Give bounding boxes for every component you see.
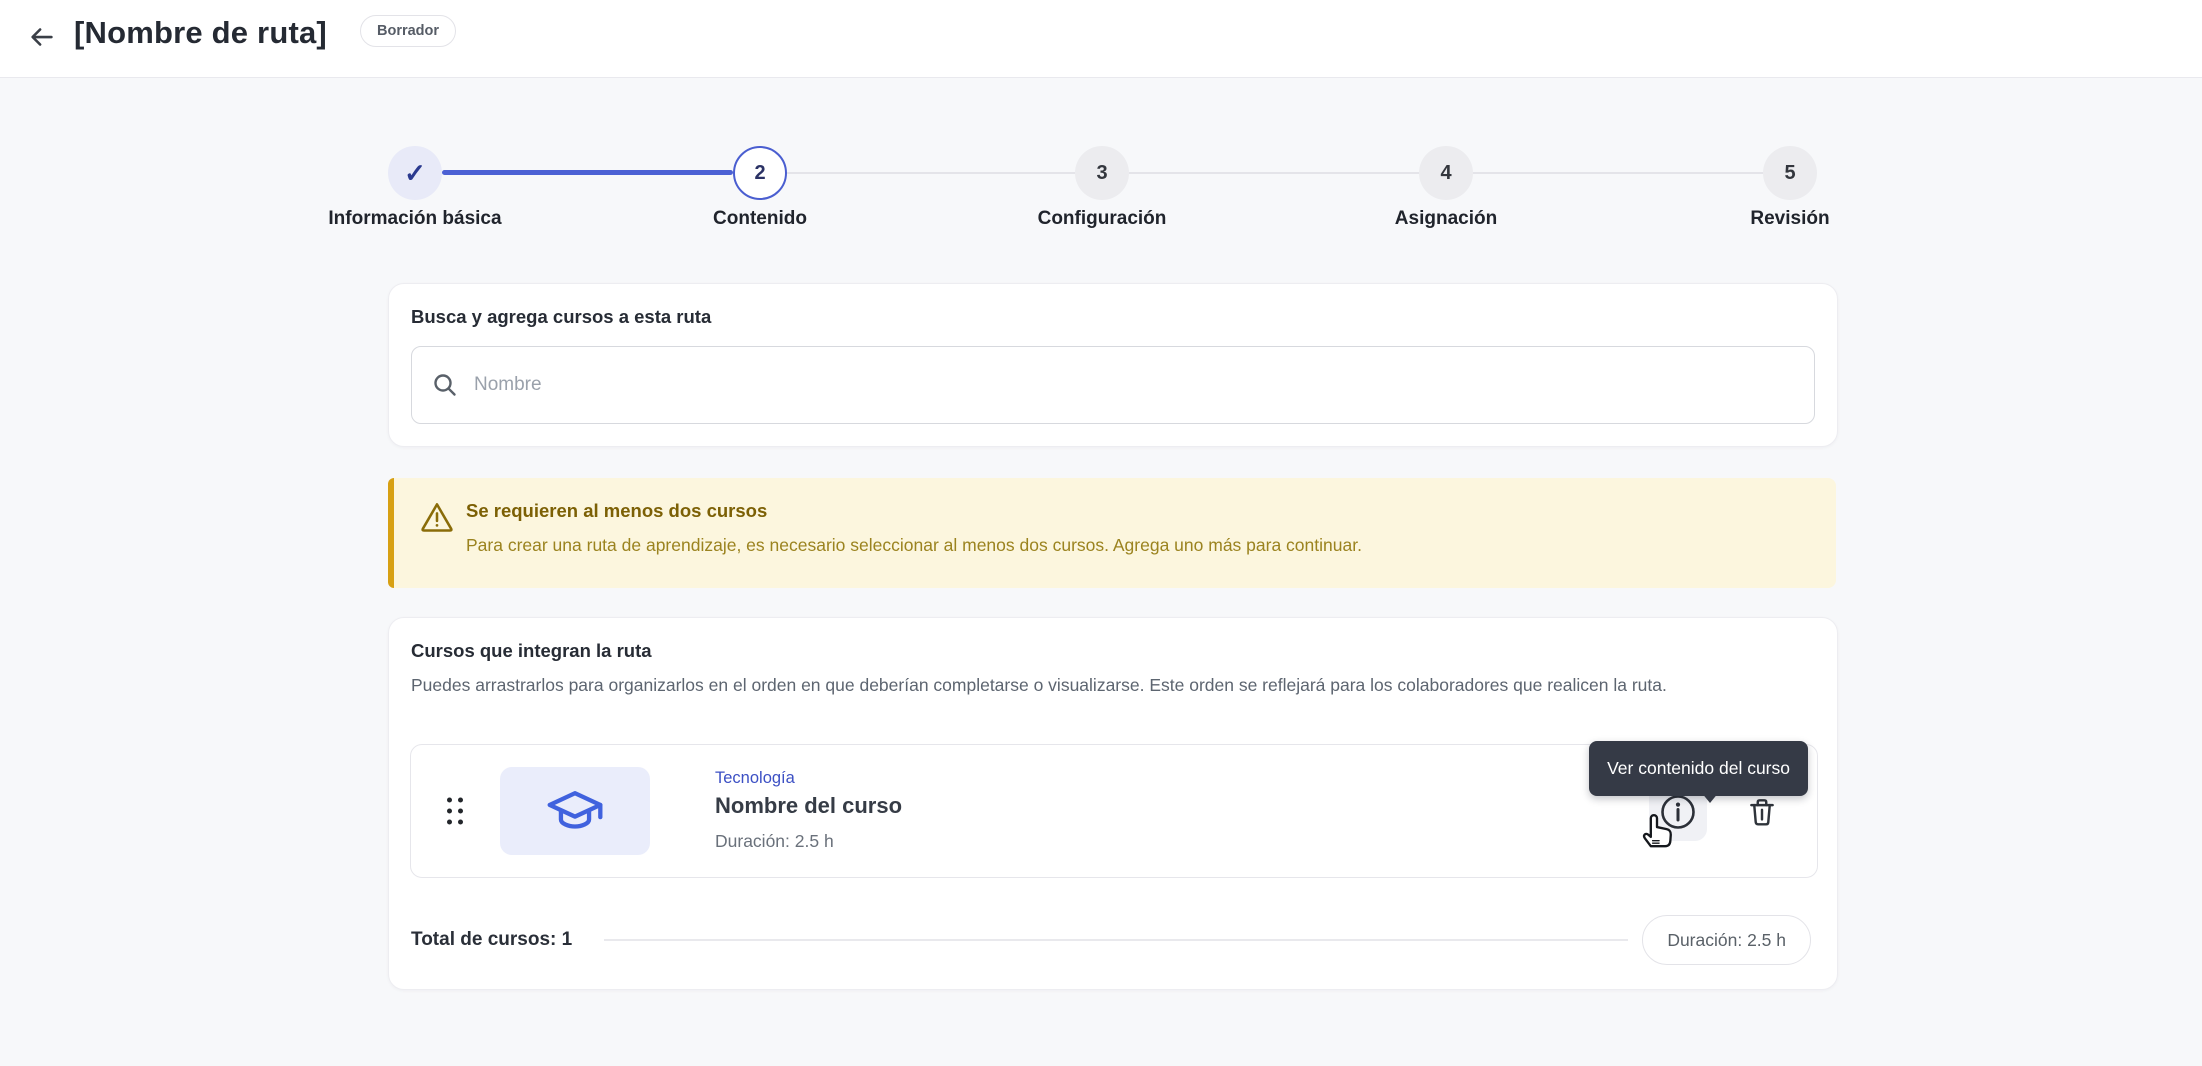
search-card-title: Busca y agrega cursos a esta ruta [411,306,1815,328]
course-name: Nombre del curso [715,793,902,819]
back-button[interactable] [22,17,62,57]
step-4-circle[interactable]: 4 [1419,146,1473,200]
top-header-bar: [Nombre de ruta] Borrador [0,0,2202,78]
stepper-connector [1473,172,1763,174]
step-1-label: Información básica [275,208,555,230]
trash-icon [1745,795,1779,829]
page-title: [Nombre de ruta] [74,15,327,51]
warning-banner: Se requieren al menos dos cursos Para cr… [388,478,1836,588]
total-courses-label: Total de cursos: 1 [411,929,572,951]
total-duration-badge: Duración: 2.5 h [1642,915,1811,965]
step-2-circle[interactable]: 2 [733,146,787,200]
stepper-connector [787,172,1075,174]
course-category: Tecnología [715,769,795,788]
step-number: 3 [1096,162,1107,185]
warning-message: Para crear una ruta de aprendizaje, es n… [466,535,1362,556]
step-number: 5 [1784,162,1795,185]
courses-footer: Total de cursos: 1 Duración: 2.5 h [411,914,1811,966]
courses-card-description: Puedes arrastrarlos para organizarlos en… [411,671,1706,699]
graduation-cap-icon [545,788,605,834]
step-number: 4 [1440,162,1451,185]
tooltip: Ver contenido del curso [1589,741,1808,796]
stepper-connector [1129,172,1419,174]
stepper-connector-done [442,170,733,175]
search-icon [432,372,458,398]
step-number: 2 [754,162,765,185]
step-3-circle[interactable]: 3 [1075,146,1129,200]
courses-list-card: Cursos que integran la ruta Puedes arras… [388,617,1838,990]
course-search-input[interactable] [474,374,1794,396]
step-5-label: Revisión [1650,208,1930,230]
course-thumbnail [500,767,650,855]
tooltip-caret [1701,792,1719,803]
search-courses-card: Busca y agrega cursos a esta ruta [388,283,1838,447]
check-icon: ✓ [404,158,426,189]
step-2-label: Contenido [620,208,900,230]
courses-card-title: Cursos que integran la ruta [411,640,1815,662]
warning-triangle-icon [419,499,455,535]
drag-handle-icon[interactable] [447,798,463,825]
course-duration: Duración: 2.5 h [715,831,834,852]
wizard-stepper: ✓ 2 3 4 5 Información básica Contenido C… [388,146,1838,256]
arrow-left-icon [27,22,57,52]
status-badge: Borrador [360,15,456,47]
footer-divider [604,939,1628,941]
tooltip-text: Ver contenido del curso [1607,758,1790,779]
step-1-circle[interactable]: ✓ [388,146,442,200]
step-5-circle[interactable]: 5 [1763,146,1817,200]
warning-title: Se requieren al menos dos cursos [466,500,767,522]
step-3-label: Configuración [962,208,1242,230]
course-search-field[interactable] [411,346,1815,424]
info-icon [1658,792,1698,832]
step-4-label: Asignación [1306,208,1586,230]
course-row: Tecnología Nombre del curso Duración: 2.… [410,744,1818,878]
